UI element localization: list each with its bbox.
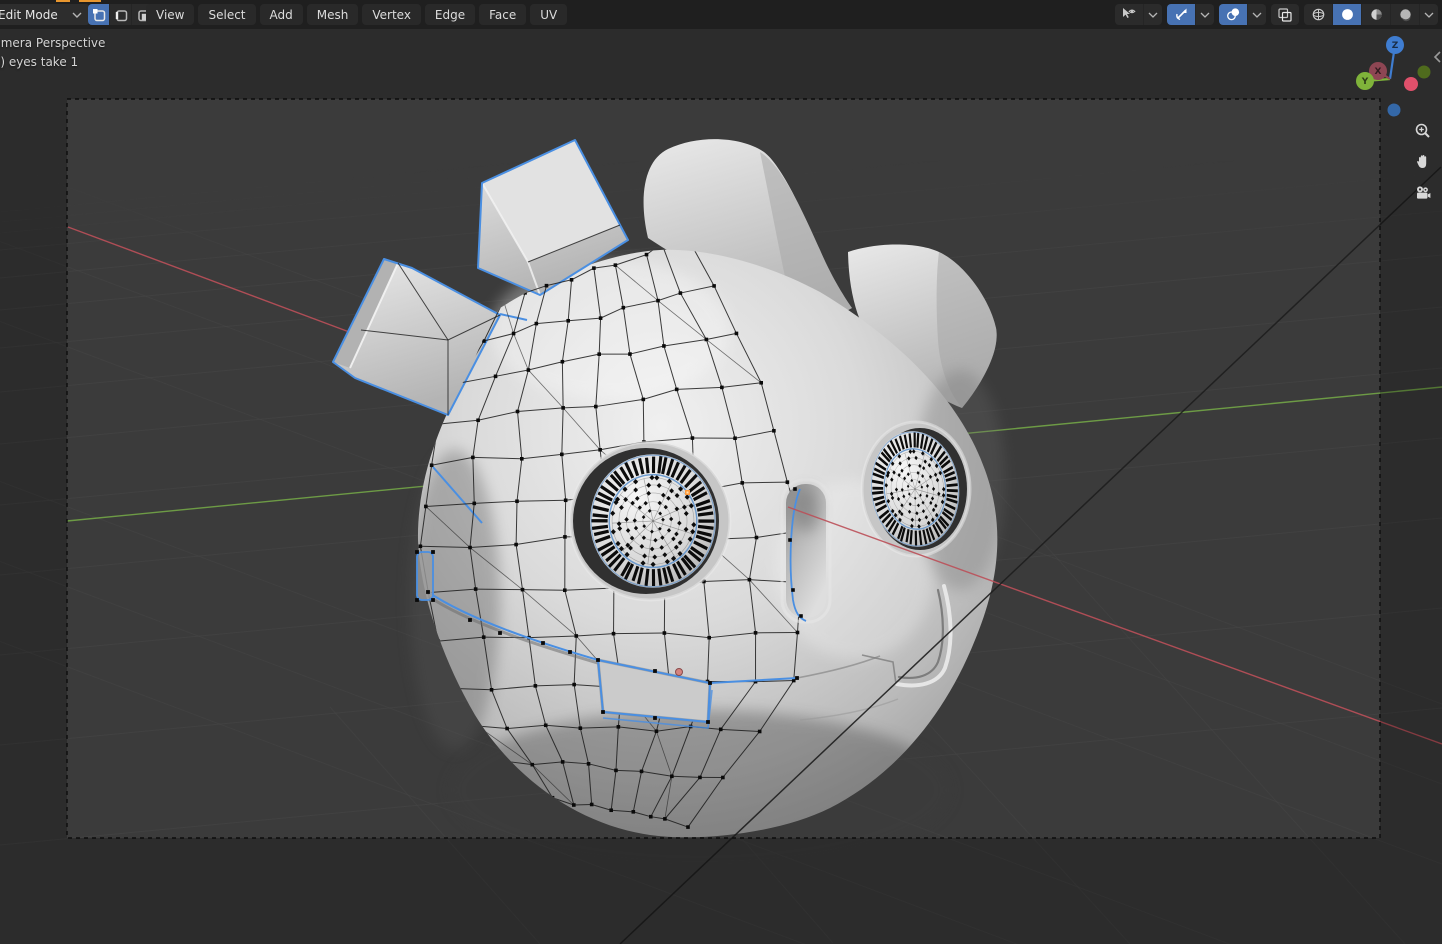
object-type-visibility-button[interactable] — [1115, 4, 1143, 25]
xray-icon — [1277, 7, 1293, 22]
viewport-header: Edit Mode ViewSelectAddMeshVertexEdgeFac… — [0, 0, 1442, 29]
orange-marker — [56, 0, 70, 2]
mode-dropdown[interactable]: Edit Mode — [0, 4, 90, 25]
header-right-controls — [1115, 4, 1438, 25]
show-overlays-button[interactable] — [1219, 4, 1247, 25]
shading-material-preview-button[interactable] — [1362, 4, 1390, 25]
select-mode-group — [88, 4, 153, 25]
xray-group — [1271, 4, 1299, 25]
orange-marker — [79, 0, 101, 2]
menu-bar: ViewSelectAddMeshVertexEdgeFaceUV — [146, 4, 567, 25]
pan-tool-button[interactable] — [1412, 151, 1434, 173]
edge-select-button[interactable] — [110, 4, 131, 25]
wireframe-shading-icon — [1311, 7, 1326, 22]
navigation-gizmo[interactable]: Z XY — [1340, 28, 1440, 128]
menu-vertex[interactable]: Vertex — [362, 4, 421, 25]
mode-dropdown-label: Edit Mode — [0, 8, 58, 22]
overlays-icon — [1226, 7, 1241, 22]
vertex-select-icon — [92, 8, 106, 22]
viewport-canvas[interactable] — [0, 0, 1442, 944]
menu-edge[interactable]: Edge — [425, 4, 475, 25]
blender-window: { "header": { "mode_dropdown": { "label"… — [0, 0, 1442, 944]
show-overlays-group — [1219, 4, 1266, 25]
vertex-select-button[interactable] — [88, 4, 109, 25]
menu-mesh[interactable]: Mesh — [307, 4, 359, 25]
magnifier-icon — [1414, 122, 1432, 140]
menu-add[interactable]: Add — [260, 4, 303, 25]
viewport-nav-tools — [1412, 120, 1434, 204]
solid-shading-icon — [1340, 7, 1355, 22]
zoom-tool-button[interactable] — [1412, 120, 1434, 142]
eye-cursor-icon — [1121, 7, 1137, 22]
shading-dropdown[interactable] — [1420, 4, 1438, 25]
menu-select[interactable]: Select — [198, 4, 255, 25]
show-overlays-dropdown[interactable] — [1248, 4, 1266, 25]
object-type-visibility-group — [1115, 4, 1162, 25]
chevron-down-icon — [1423, 4, 1435, 25]
chevron-down-icon — [1199, 4, 1211, 25]
chevron-down-icon — [1147, 4, 1159, 25]
gizmo-minus-z[interactable] — [1388, 104, 1401, 117]
svg-text:Y: Y — [1361, 77, 1369, 87]
show-gizmos-button[interactable] — [1167, 4, 1195, 25]
edge-select-icon — [114, 8, 128, 22]
shading-mode-group — [1304, 4, 1438, 25]
chevron-down-icon — [72, 11, 82, 19]
svg-text:X: X — [1375, 67, 1382, 77]
shading-rendered-button[interactable] — [1391, 4, 1419, 25]
object-type-visibility-dropdown[interactable] — [1144, 4, 1162, 25]
menu-view[interactable]: View — [146, 4, 194, 25]
menu-uv[interactable]: UV — [530, 4, 567, 25]
toggle-xray-button[interactable] — [1271, 4, 1299, 25]
gizmo-minus-x[interactable] — [1404, 77, 1418, 91]
sidebar-collapse-arrow[interactable] — [1432, 50, 1442, 64]
show-gizmos-dropdown[interactable] — [1196, 4, 1214, 25]
shading-wireframe-button[interactable] — [1304, 4, 1332, 25]
hand-icon — [1414, 153, 1432, 171]
rendered-shading-icon — [1398, 7, 1413, 22]
gizmo-minus-y[interactable] — [1418, 66, 1431, 79]
svg-text:Z: Z — [1392, 41, 1399, 51]
material-preview-shading-icon — [1369, 7, 1384, 22]
eye-ball — [590, 454, 716, 588]
shading-solid-button[interactable] — [1333, 4, 1361, 25]
gizmo-arrow-icon — [1174, 7, 1189, 22]
menu-face[interactable]: Face — [479, 4, 526, 25]
camera-view-button[interactable] — [1412, 182, 1434, 204]
camera-icon — [1414, 184, 1432, 202]
chevron-down-icon — [1251, 4, 1263, 25]
nose-slot — [782, 480, 830, 622]
show-gizmos-group — [1167, 4, 1214, 25]
